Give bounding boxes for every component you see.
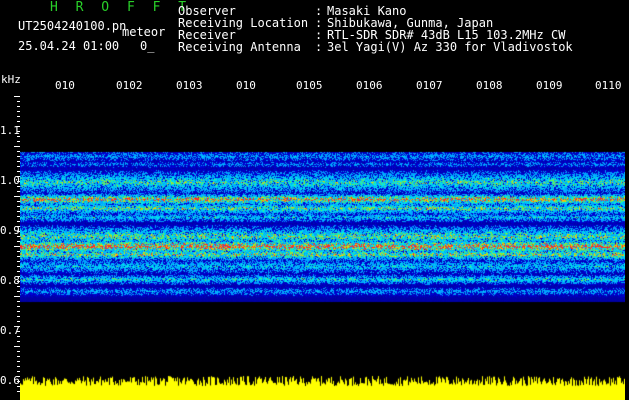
mode-label: meteor (122, 25, 166, 39)
time-tick: 010 (55, 79, 75, 92)
time-tick: 0109 (536, 79, 563, 92)
info-sep: : (315, 40, 323, 54)
time-tick: 0107 (416, 79, 443, 92)
time-tick: 010 (236, 79, 256, 92)
amplitude-trace (20, 370, 625, 400)
app-title: H R O F F T (50, 0, 192, 15)
freq-unit-label: kHz (1, 73, 21, 86)
info-label-antenna: Receiving Antenna (178, 40, 301, 54)
status-flag: 0_ (140, 39, 155, 53)
time-tick: 0102 (116, 79, 143, 92)
info-value-antenna: 3el Yagi(V) Az 330 for Vladivostok (327, 40, 573, 54)
file-name: UT2504240100.pn (18, 19, 127, 33)
time-tick: 0110 (595, 79, 622, 92)
spectrogram (20, 96, 625, 378)
time-tick: 0103 (176, 79, 203, 92)
time-tick: 0106 (356, 79, 383, 92)
time-tick: 0105 (296, 79, 323, 92)
time-tick: 0108 (476, 79, 503, 92)
date-time: 25.04.24 01:00 (18, 39, 120, 53)
